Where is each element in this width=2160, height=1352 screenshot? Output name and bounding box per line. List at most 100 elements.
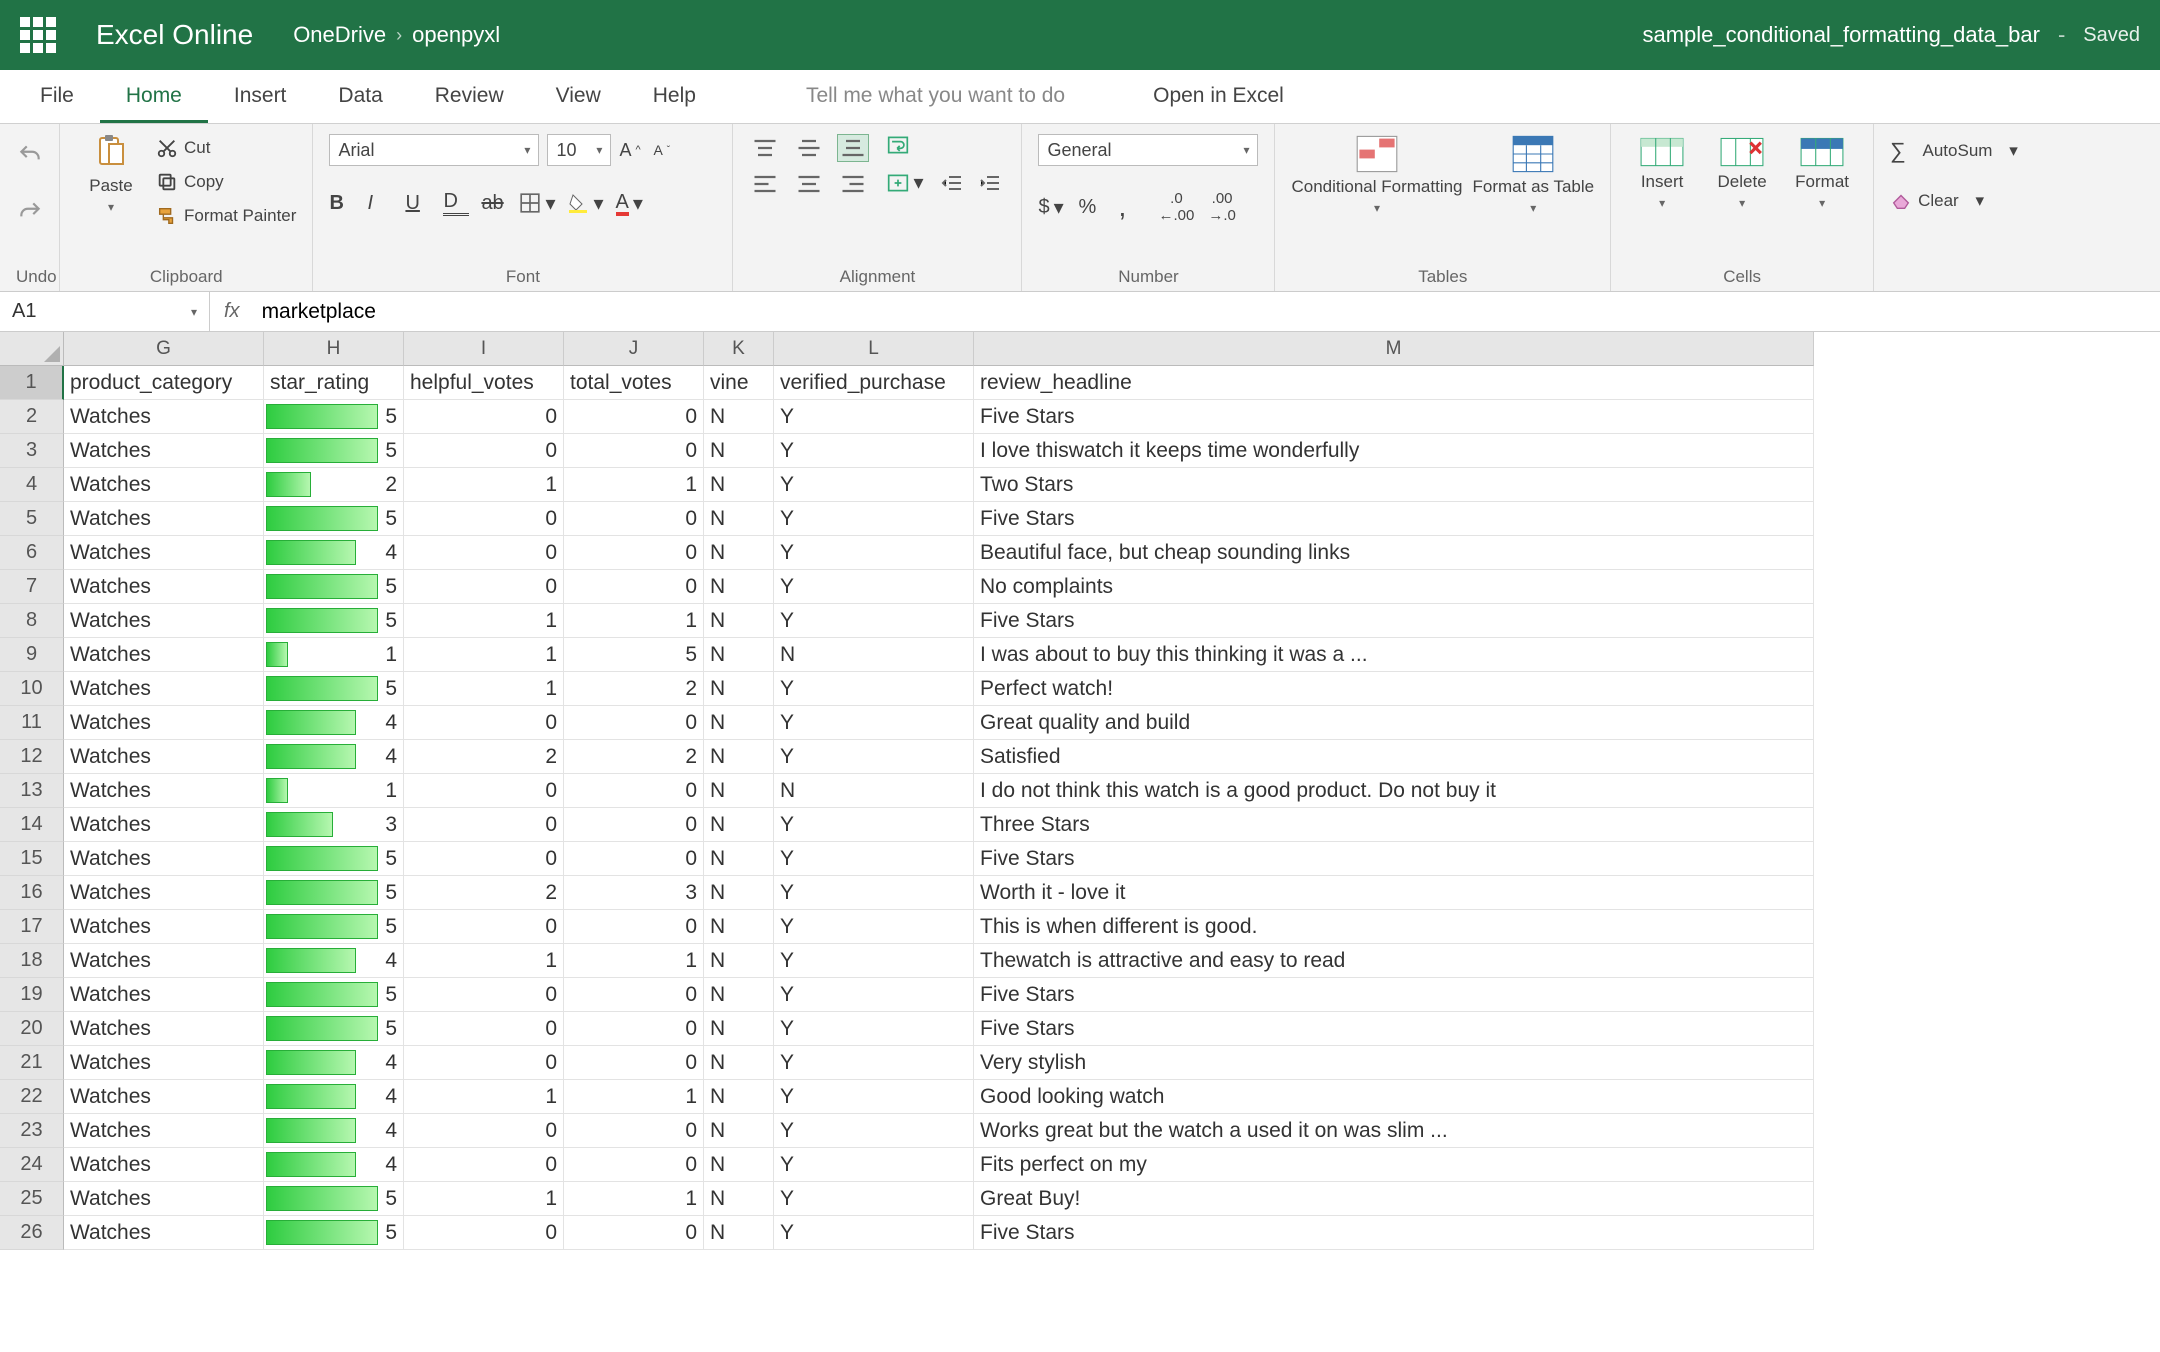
column-header[interactable]: J — [564, 332, 704, 366]
cell[interactable]: 4 — [264, 1046, 404, 1080]
app-launcher-icon[interactable] — [20, 17, 56, 53]
cell[interactable]: Watches — [64, 1080, 264, 1114]
cell[interactable]: Five Stars — [974, 1012, 1814, 1046]
column-header[interactable]: G — [64, 332, 264, 366]
cell[interactable]: N — [704, 570, 774, 604]
cell[interactable]: Y — [774, 1182, 974, 1216]
cell[interactable]: N — [704, 1182, 774, 1216]
cell[interactable]: Five Stars — [974, 604, 1814, 638]
cell[interactable]: Y — [774, 672, 974, 706]
cell[interactable]: Watches — [64, 468, 264, 502]
strikethrough-button[interactable]: ab — [481, 192, 507, 215]
cell[interactable]: Watches — [64, 842, 264, 876]
borders-button[interactable]: ▾ — [519, 191, 555, 216]
font-color-button[interactable]: A▾ — [616, 191, 643, 216]
number-format-combo[interactable]: General▾ — [1038, 134, 1258, 166]
align-middle-button[interactable] — [793, 134, 825, 162]
cell[interactable]: Y — [774, 808, 974, 842]
cell[interactable]: 0 — [404, 842, 564, 876]
cell[interactable]: 4 — [264, 1080, 404, 1114]
double-underline-button[interactable]: D — [443, 190, 469, 216]
cell[interactable]: 0 — [564, 1012, 704, 1046]
cell[interactable]: verified_purchase — [774, 366, 974, 400]
cell[interactable]: N — [704, 808, 774, 842]
cell[interactable]: 5 — [264, 672, 404, 706]
cell[interactable]: Watches — [64, 604, 264, 638]
cell[interactable]: 0 — [564, 808, 704, 842]
open-in-excel-button[interactable]: Open in Excel — [1129, 70, 1308, 123]
cell[interactable]: 0 — [564, 910, 704, 944]
percent-format-button[interactable]: % — [1078, 196, 1104, 219]
cell[interactable]: N — [704, 876, 774, 910]
cell[interactable]: Watches — [64, 808, 264, 842]
tab-file[interactable]: File — [14, 70, 100, 123]
cell[interactable]: Satisfied — [974, 740, 1814, 774]
cell[interactable]: Watches — [64, 672, 264, 706]
cell[interactable]: 3 — [264, 808, 404, 842]
cell[interactable]: N — [704, 638, 774, 672]
cell[interactable]: 0 — [564, 774, 704, 808]
cell[interactable]: helpful_votes — [404, 366, 564, 400]
delete-cells-button[interactable]: Delete▾ — [1707, 134, 1777, 210]
row-header[interactable]: 4 — [0, 468, 64, 502]
cell[interactable]: Works great but the watch a used it on w… — [974, 1114, 1814, 1148]
cell[interactable]: 5 — [264, 910, 404, 944]
cell[interactable]: 2 — [564, 740, 704, 774]
conditional-formatting-button[interactable]: Conditional Formatting▾ — [1291, 134, 1462, 215]
row-header[interactable]: 19 — [0, 978, 64, 1012]
redo-button[interactable] — [7, 191, 53, 238]
row-header[interactable]: 10 — [0, 672, 64, 706]
cell[interactable]: N — [704, 774, 774, 808]
row-header[interactable]: 26 — [0, 1216, 64, 1250]
cell[interactable]: Five Stars — [974, 978, 1814, 1012]
cell[interactable]: 0 — [404, 434, 564, 468]
cell[interactable]: 1 — [404, 468, 564, 502]
font-size-combo[interactable]: 10▾ — [547, 134, 611, 166]
cell[interactable]: Fits perfect on my — [974, 1148, 1814, 1182]
tab-home[interactable]: Home — [100, 70, 208, 123]
row-header[interactable]: 25 — [0, 1182, 64, 1216]
cell[interactable]: 1 — [404, 638, 564, 672]
cell[interactable]: Watches — [64, 944, 264, 978]
cell[interactable]: N — [704, 910, 774, 944]
breadcrumb-item[interactable]: OneDrive — [293, 22, 386, 48]
cell[interactable]: Y — [774, 1216, 974, 1250]
cell[interactable]: N — [704, 1012, 774, 1046]
decrease-decimal-button[interactable]: .00→.0 — [1208, 190, 1236, 224]
wrap-text-button[interactable] — [887, 134, 923, 156]
cell[interactable]: 0 — [404, 1012, 564, 1046]
row-header[interactable]: 5 — [0, 502, 64, 536]
cell[interactable]: 5 — [264, 1182, 404, 1216]
undo-button[interactable] — [7, 134, 53, 181]
tab-review[interactable]: Review — [409, 70, 530, 123]
font-name-combo[interactable]: Arial▾ — [329, 134, 539, 166]
cell[interactable]: Y — [774, 1012, 974, 1046]
align-right-button[interactable] — [837, 170, 869, 198]
cell[interactable]: 5 — [264, 604, 404, 638]
cell[interactable]: N — [704, 842, 774, 876]
cell[interactable]: N — [704, 468, 774, 502]
cell[interactable]: 0 — [404, 706, 564, 740]
column-header[interactable]: K — [704, 332, 774, 366]
cell[interactable]: Five Stars — [974, 502, 1814, 536]
align-left-button[interactable] — [749, 170, 781, 198]
cell[interactable]: 5 — [564, 638, 704, 672]
format-painter-button[interactable]: Format Painter — [156, 202, 296, 230]
cell[interactable]: 5 — [264, 570, 404, 604]
cell[interactable]: 1 — [264, 774, 404, 808]
cell[interactable]: Watches — [64, 1148, 264, 1182]
row-header[interactable]: 18 — [0, 944, 64, 978]
cell[interactable]: N — [774, 638, 974, 672]
cell[interactable]: N — [704, 1216, 774, 1250]
cell[interactable]: 0 — [564, 400, 704, 434]
cell[interactable]: Watches — [64, 876, 264, 910]
cell[interactable]: 0 — [564, 502, 704, 536]
cell[interactable]: Y — [774, 1046, 974, 1080]
cell[interactable]: N — [704, 604, 774, 638]
fx-icon[interactable]: fx — [210, 300, 254, 323]
cell[interactable]: N — [704, 536, 774, 570]
cell[interactable]: Y — [774, 604, 974, 638]
cell[interactable]: Watches — [64, 502, 264, 536]
row-header[interactable]: 20 — [0, 1012, 64, 1046]
cell[interactable]: Y — [774, 978, 974, 1012]
